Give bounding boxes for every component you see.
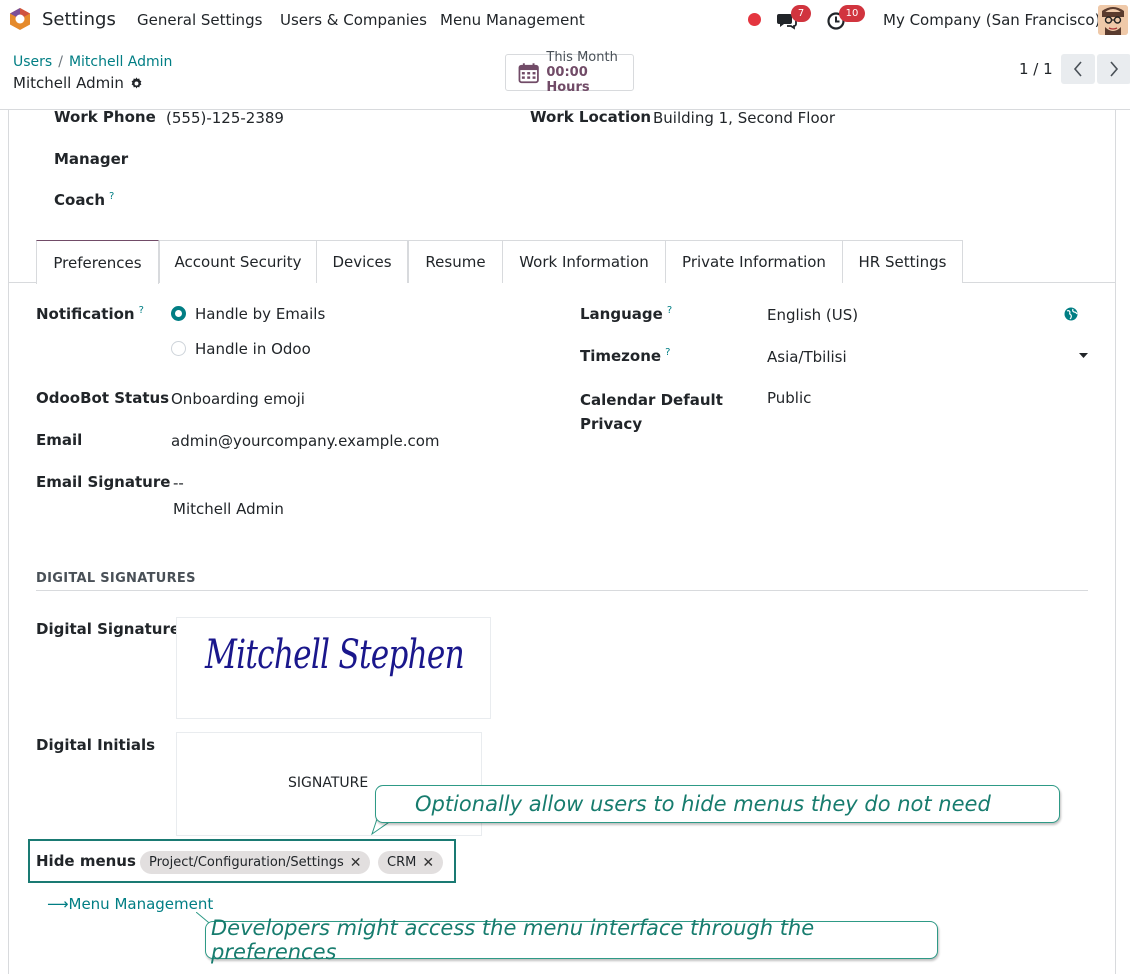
globe-icon[interactable]: [1064, 307, 1078, 321]
work-location-value[interactable]: Building 1, Second Floor: [653, 109, 835, 127]
timezone-select[interactable]: Asia/Tbilisi: [767, 348, 847, 366]
tab-devices[interactable]: Devices: [316, 240, 408, 283]
recording-indicator-icon[interactable]: [748, 13, 761, 26]
chevron-right-icon: [1110, 61, 1119, 77]
language-select[interactable]: English (US): [767, 306, 858, 324]
remove-tag-icon[interactable]: ✕: [422, 855, 434, 871]
menu-general-settings[interactable]: General Settings: [137, 11, 262, 29]
hide-menus-tag-project-settings[interactable]: Project/Configuration/Settings ✕: [140, 851, 371, 874]
tab-private-information[interactable]: Private Information: [665, 240, 843, 283]
coach-help-icon[interactable]: ?: [109, 191, 114, 202]
menu-users-companies[interactable]: Users & Companies: [280, 11, 427, 29]
radio-handle-by-emails-label[interactable]: Handle by Emails: [195, 305, 325, 323]
timezone-label-text: Timezone: [580, 347, 662, 365]
hide-menus-tag-crm[interactable]: CRM ✕: [378, 851, 444, 874]
caret-down-icon[interactable]: [1079, 353, 1088, 359]
sheet-right-border: [1115, 110, 1116, 974]
this-month-hours-button[interactable]: This Month 00:00 Hours: [505, 50, 634, 95]
signature-drawing: Mitchell Stephen: [205, 632, 465, 678]
radio-handle-by-emails[interactable]: [171, 306, 186, 321]
calendar-privacy-label-line2: Privacy: [580, 415, 643, 433]
work-phone-label: Work Phone: [54, 108, 156, 126]
user-avatar[interactable]: [1098, 5, 1128, 35]
timezone-label: Timezone?: [580, 347, 670, 365]
notification-help-icon[interactable]: ?: [139, 305, 144, 316]
digital-signatures-heading: DIGITAL SIGNATURES: [36, 571, 196, 586]
company-switcher[interactable]: My Company (San Francisco): [883, 11, 1100, 29]
odoobot-status-label: OdooBot Status: [36, 389, 170, 407]
language-label-text: Language: [580, 305, 663, 323]
timezone-help-icon[interactable]: ?: [665, 347, 670, 358]
hide-menus-label: Hide menus: [36, 852, 136, 870]
tag-label: Project/Configuration/Settings: [149, 855, 344, 870]
breadcrumb-users-link[interactable]: Users: [13, 54, 52, 70]
gear-icon[interactable]: [130, 76, 143, 90]
calendar-privacy-label-line1: Calendar Default: [580, 391, 723, 409]
email-signature-label: Email Signature: [36, 473, 171, 491]
top-navbar: Settings General Settings Users & Compan…: [0, 0, 1130, 40]
chevron-left-icon: [1073, 61, 1082, 77]
pager-value[interactable]: 1 / 1: [1019, 60, 1053, 78]
tab-preferences[interactable]: Preferences: [36, 240, 159, 284]
breadcrumb-current-link[interactable]: Mitchell Admin: [69, 54, 173, 70]
section-divider: [36, 590, 1088, 591]
breadcrumb-separator: /: [58, 54, 63, 70]
tab-work-information[interactable]: Work Information: [502, 240, 666, 283]
menu-menu-management[interactable]: Menu Management: [440, 11, 585, 29]
tab-account-security[interactable]: Account Security: [159, 240, 317, 283]
tag-label: CRM: [387, 855, 417, 870]
coach-label-text: Coach: [54, 191, 106, 209]
callout-developers: Developers might access the menu interfa…: [205, 916, 938, 964]
odoobot-status-value[interactable]: Onboarding emoji: [171, 390, 305, 408]
digital-initials-label: Digital Initials: [36, 736, 156, 754]
work-phone-value[interactable]: (555)-125-2389: [166, 109, 284, 127]
manager-label: Manager: [54, 150, 129, 168]
work-location-label: Work Location: [530, 108, 652, 126]
email-field[interactable]: admin@yourcompany.example.com: [171, 432, 440, 450]
initials-placeholder: SIGNATURE: [288, 775, 369, 791]
language-help-icon[interactable]: ?: [667, 305, 672, 316]
email-signature-line1[interactable]: --: [173, 474, 184, 492]
callout-hide-menus: Optionally allow users to hide menus the…: [375, 785, 1060, 823]
notification-label: Notification?: [36, 305, 144, 323]
tab-hr-settings[interactable]: HR Settings: [842, 240, 963, 283]
email-label: Email: [36, 431, 83, 449]
pager-next-button[interactable]: [1097, 54, 1130, 84]
remove-tag-icon[interactable]: ✕: [350, 855, 362, 871]
app-name[interactable]: Settings: [42, 9, 116, 30]
radio-handle-in-odoo-label[interactable]: Handle in Odoo: [195, 340, 311, 358]
notebook-tabs: Preferences Account Security Devices Res…: [8, 240, 1115, 284]
this-month-text: This Month 00:00 Hours: [546, 50, 633, 95]
this-month-hours: 00:00 Hours: [546, 65, 590, 95]
tab-resume[interactable]: Resume: [408, 240, 503, 283]
calendar-privacy-select[interactable]: Public: [767, 389, 811, 407]
record-title-text: Mitchell Admin: [13, 74, 124, 92]
chat-count-badge: 7: [791, 5, 811, 22]
calendar-icon: [518, 62, 539, 83]
coach-label: Coach?: [54, 191, 114, 209]
digital-signature-label: Digital Signature: [36, 620, 181, 638]
activity-count-badge: 10: [839, 5, 865, 22]
menu-management-link[interactable]: ⟶Menu Management: [47, 895, 213, 913]
odoo-app-icon[interactable]: [8, 7, 32, 31]
radio-handle-in-odoo[interactable]: [171, 341, 186, 356]
pager-previous-button[interactable]: [1061, 54, 1095, 84]
email-signature-line2[interactable]: Mitchell Admin: [173, 500, 284, 518]
calendar-privacy-label: Calendar Default Privacy: [580, 388, 723, 436]
notification-label-text: Notification: [36, 305, 135, 323]
record-title: Mitchell Admin: [13, 74, 143, 92]
this-month-label: This Month: [546, 50, 618, 65]
language-label: Language?: [580, 305, 672, 323]
breadcrumb: Users / Mitchell Admin: [13, 54, 172, 70]
